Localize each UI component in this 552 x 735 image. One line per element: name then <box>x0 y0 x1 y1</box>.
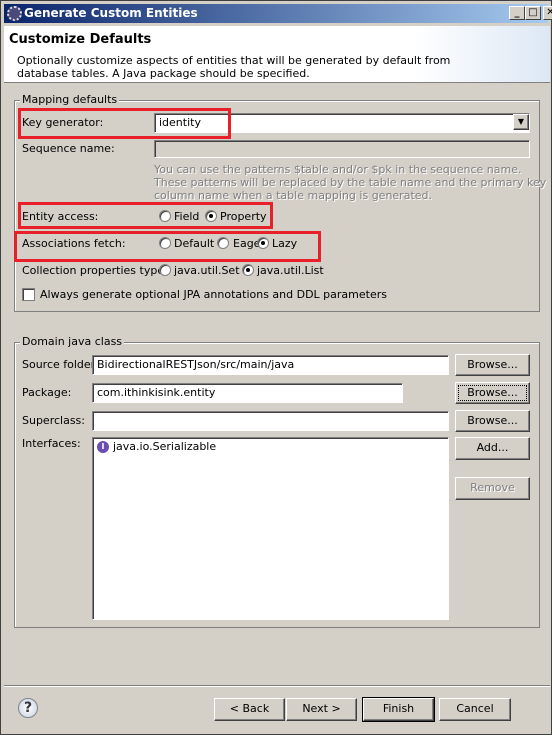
source-folder-input[interactable]: BidirectionalRESTJson/src/main/java <box>92 355 449 375</box>
interfaces-label: Interfaces: <box>22 437 81 450</box>
optional-annotations-checkbox[interactable] <box>22 288 35 301</box>
highlight-associations-fetch <box>14 231 321 262</box>
page-description-1: Optionally customize aspects of entities… <box>17 54 451 67</box>
minimize-button[interactable]: _ <box>509 6 525 20</box>
hint-line-1: You can use the patterns $table and/or $… <box>154 163 522 176</box>
interface-icon: I <box>97 441 109 453</box>
highlight-key-generator <box>18 108 231 139</box>
hint-line-3: column name when a table mapping is gene… <box>154 189 433 202</box>
collection-type-label: Collection properties type: <box>22 264 168 277</box>
add-interface-button[interactable]: Add... <box>455 437 530 460</box>
source-folder-label: Source folder: <box>22 358 99 371</box>
package-input[interactable]: com.ithinkisink.entity <box>92 383 403 403</box>
back-button[interactable]: < Back <box>214 698 285 721</box>
finish-button[interactable]: Finish <box>362 697 435 722</box>
radio-java-util-list[interactable] <box>242 264 254 276</box>
radio-java-util-set[interactable] <box>159 264 171 276</box>
package-label: Package: <box>22 386 72 399</box>
maximize-button[interactable]: □ <box>525 6 541 20</box>
radio-list-label[interactable]: java.util.List <box>257 264 324 278</box>
interfaces-list[interactable]: I java.io.Serializable <box>92 437 449 620</box>
group-legend: Mapping defaults <box>20 93 120 107</box>
browse-source-folder-button[interactable]: Browse... <box>455 354 530 376</box>
remove-interface-button[interactable]: Remove <box>455 477 530 500</box>
page-title: Customize Defaults <box>9 32 152 47</box>
group-legend: Domain java class <box>20 335 125 349</box>
footer-separator <box>4 685 550 687</box>
eclipse-gear-icon <box>7 6 22 21</box>
next-button[interactable]: Next > <box>286 698 357 721</box>
page-description-2: database tables. A Java package should b… <box>17 67 310 80</box>
superclass-input[interactable] <box>92 411 449 431</box>
superclass-label: Superclass: <box>22 414 85 427</box>
radio-set-label[interactable]: java.util.Set <box>174 264 240 278</box>
list-item[interactable]: I java.io.Serializable <box>97 440 444 454</box>
close-button[interactable]: ✕ <box>543 6 552 20</box>
dialog-window: Generate Custom Entities _ □ ✕ Customize… <box>0 0 552 735</box>
help-icon[interactable]: ? <box>18 698 38 718</box>
window-title: Generate Custom Entities <box>24 6 198 20</box>
optional-annotations-label[interactable]: Always generate optional JPA annotations… <box>40 288 387 302</box>
browse-package-button[interactable]: Browse... <box>455 382 530 404</box>
highlight-entity-access <box>18 202 273 229</box>
cancel-button[interactable]: Cancel <box>439 698 511 721</box>
browse-superclass-button[interactable]: Browse... <box>455 410 530 432</box>
title-bar: Generate Custom Entities _ □ ✕ <box>4 4 552 23</box>
chevron-down-icon[interactable]: ▼ <box>513 114 529 130</box>
wizard-header: Customize Defaults Optionally customize … <box>4 26 550 83</box>
sequence-name-input[interactable] <box>154 140 530 158</box>
hint-line-2: These patterns will be replaced by the t… <box>154 176 547 189</box>
sequence-name-label: Sequence name: <box>22 142 115 155</box>
